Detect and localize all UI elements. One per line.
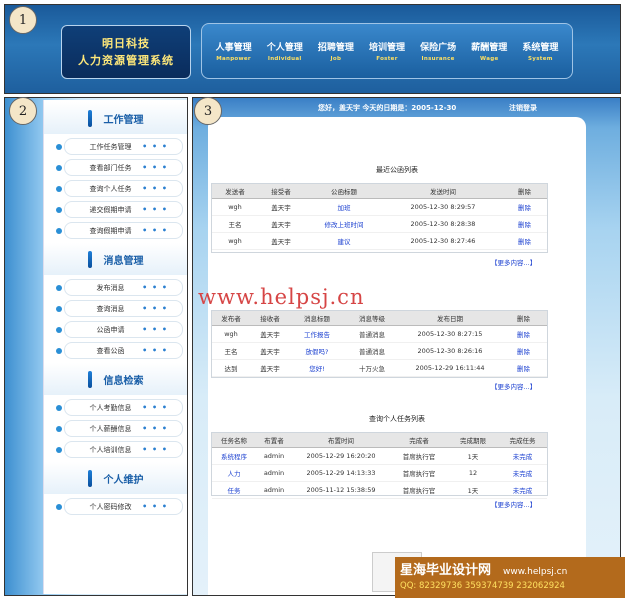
menu-salary[interactable]: 个人薪酬信息 • • • (56, 420, 183, 437)
task-status-link[interactable]: 未完成 (498, 447, 547, 465)
menu-publish-msg[interactable]: 发布消息 • • • (56, 279, 183, 296)
task-name-link[interactable]: 人力 (212, 464, 256, 482)
nav-manpower[interactable]: 人事管理 Manpower (208, 40, 259, 62)
delete-link[interactable]: 删除 (500, 359, 547, 377)
table-row: wgh 盖天宇 工作报告 普通消息 2005-12-30 8:27:15 删除 (212, 325, 547, 343)
group-marker (87, 109, 92, 127)
letter-title-link[interactable]: 建议 (304, 232, 384, 250)
group-personal[interactable]: 个人维护 (44, 462, 187, 494)
menu-query-msg[interactable]: 查询消息 • • • (56, 300, 183, 317)
menu-change-password[interactable]: 个人密码修改 • • • (56, 498, 183, 515)
delete-link[interactable]: 删除 (502, 198, 547, 216)
logo-line2: 人力资源管理系统 (78, 54, 174, 67)
letter-title-link[interactable]: 修改上班时间 (304, 215, 384, 233)
menu-attendance[interactable]: 个人考勤信息 • • • (56, 399, 183, 416)
table-row: 人力 admin 2005-12-29 14:13:33 首席执行官 12 未完成 (212, 464, 547, 482)
message-title-link[interactable]: 您好! (290, 359, 344, 377)
marker-2: 2 (9, 97, 37, 125)
menu-training[interactable]: 个人培训信息 • • • (56, 441, 183, 458)
letters-more-link[interactable]: 【更多内容...】 (491, 257, 536, 267)
top-nav: 人事管理 Manpower 个人管理 Individual 招聘管理 Job 培训管理… (201, 23, 573, 79)
footer-qq: QQ: 82329736 359374739 232062924 (400, 581, 565, 591)
letter-title-link[interactable]: 加班 (304, 198, 384, 216)
tasks-title: 查询个人任务列表 (369, 415, 425, 423)
nav-system[interactable]: 系统管理 System (515, 40, 566, 62)
group-search[interactable]: 信息检索 (44, 363, 187, 395)
nav-job[interactable]: 招聘管理 Job (310, 40, 361, 62)
sidebar-menu: 工作管理 工作任务管理 • • • 查看部门任务 • • • 查询个人任务 • • •… (43, 100, 187, 594)
marker-3: 3 (194, 97, 222, 125)
nav-individual[interactable]: 个人管理 Individual (259, 40, 310, 62)
menu-my-task[interactable]: 查询个人任务 • • • (56, 180, 183, 197)
group-work[interactable]: 工作管理 (44, 102, 187, 134)
menu-dept-task[interactable]: 查看部门任务 • • • (56, 159, 183, 176)
table-header-row: 发布者 接收者 消息标题 消息等级 发布日期 删除 (212, 311, 547, 326)
task-status-link[interactable]: 未完成 (498, 464, 547, 482)
tasks-table: 任务名称 布置者 布置时间 完成者 完成期限 完成任务 系统程序 admin 20… (212, 433, 547, 499)
table-header-row: 任务名称 布置者 布置时间 完成者 完成期限 完成任务 (212, 433, 547, 448)
group-marker (87, 250, 92, 268)
delete-link[interactable]: 删除 (500, 342, 547, 360)
task-name-link[interactable]: 系统程序 (212, 447, 256, 465)
main-content: 您好，盖天宇 今天的日期是：2005-12-30 注销登录 最近公函列表 发送者… (192, 97, 621, 596)
delete-link[interactable]: 删除 (502, 215, 547, 233)
content-panel: 最近公函列表 发送者 接受者 公函标题 发送时间 删除 wgh 盖天宇 加班 20… (208, 117, 586, 595)
group-marker (87, 469, 92, 487)
app-logo: 明日科技 人力资源管理系统 (61, 25, 191, 79)
menu-task-manage[interactable]: 工作任务管理 • • • (56, 138, 183, 155)
watermark: www.helpsj.cn (198, 285, 365, 309)
menu-view-letter[interactable]: 查看公函 • • • (56, 342, 183, 359)
nav-foster[interactable]: 培训管理 Foster (361, 40, 412, 62)
logo-line1: 明日科技 (102, 37, 150, 50)
message-title-link[interactable]: 放假吗? (290, 342, 344, 360)
group-marker (87, 370, 92, 388)
table-row: wgh 盖天宇 建议 2005-12-30 8:27:46 删除 (212, 232, 547, 250)
header-banner: 明日科技 人力资源管理系统 人事管理 Manpower 个人管理 Individua… (4, 4, 621, 94)
sidebar: 工作管理 工作任务管理 • • • 查看部门任务 • • • 查询个人任务 • • •… (4, 97, 188, 596)
messages-table: 发布者 接收者 消息标题 消息等级 发布日期 删除 wgh 盖天宇 工作报告 普通… (212, 311, 547, 377)
table-row: 王名 盖天宇 放假吗? 普通消息 2005-12-30 8:26:16 删除 (212, 342, 547, 360)
letters-title: 最近公函列表 (376, 166, 418, 174)
messages-more-link[interactable]: 【更多内容...】 (491, 381, 536, 391)
table-row: 达到 盖天宇 您好! 十万火急 2005-12-29 16:11:44 删除 (212, 359, 547, 377)
footer-site: 星海毕业设计网 www.helpsj.cn (400, 563, 568, 578)
group-message[interactable]: 消息管理 (44, 243, 187, 275)
task-status-link[interactable]: 未完成 (498, 481, 547, 499)
nav-wage[interactable]: 薪酬管理 Wage (464, 40, 515, 62)
letters-table: 发送者 接受者 公函标题 发送时间 删除 wgh 盖天宇 加班 2005-12-3… (212, 184, 547, 250)
delete-link[interactable]: 删除 (502, 232, 547, 250)
marker-1: 1 (9, 6, 37, 34)
table-row: 王名 盖天宇 修改上班时间 2005-12-30 8:28:38 删除 (212, 215, 547, 233)
menu-submit-leave[interactable]: 递交假期申请 • • • (56, 201, 183, 218)
tasks-more-link[interactable]: 【更多内容...】 (491, 499, 536, 509)
delete-link[interactable]: 删除 (500, 325, 547, 343)
task-name-link[interactable]: 任务 (212, 481, 256, 499)
message-title-link[interactable]: 工作报告 (290, 325, 344, 343)
welcome-text: 您好，盖天宇 今天的日期是：2005-12-30 (318, 104, 457, 112)
table-header-row: 发送者 接受者 公函标题 发送时间 删除 (212, 184, 547, 199)
table-row: 系统程序 admin 2005-12-29 16:20:20 首席执行官 1天 未完… (212, 447, 547, 465)
menu-letter-apply[interactable]: 公函申请 • • • (56, 321, 183, 338)
logout-link[interactable]: 注销登录 (509, 103, 537, 113)
menu-query-leave[interactable]: 查询假期申请 • • • (56, 222, 183, 239)
table-row: wgh 盖天宇 加班 2005-12-30 8:29:57 删除 (212, 198, 547, 216)
footer-banner: 星海毕业设计网 www.helpsj.cn QQ: 82329736 359374… (395, 557, 625, 598)
nav-insurance[interactable]: 保险广场 Insurance (413, 40, 464, 62)
table-row: 任务 admin 2005-11-12 15:38:59 首席执行官 1天 未完成 (212, 481, 547, 499)
